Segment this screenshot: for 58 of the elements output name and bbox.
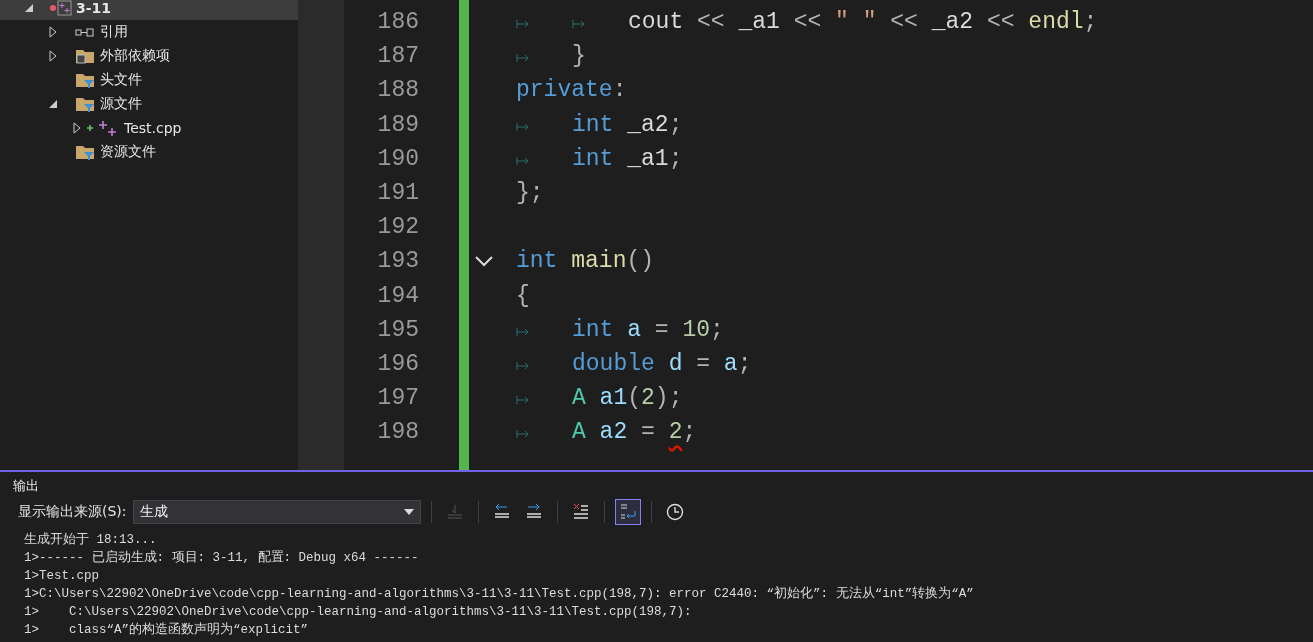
line-number: 189 [376, 110, 419, 140]
output-line: 生成开始于 18:13... [24, 531, 158, 549]
code-line: A a1(2); [572, 385, 683, 412]
tree-item[interactable]: 引用 [0, 20, 298, 44]
code-line: int a = 10; [572, 316, 724, 343]
line-number: 186 [376, 8, 419, 37]
cpp-project-icon [50, 0, 72, 17]
source-dropdown[interactable]: 生成 [132, 500, 421, 524]
dropdown-caret-icon [403, 509, 414, 515]
code-line: int main() [516, 248, 655, 275]
output-line: 1>------ 已启动生成: 项目: 3-11, 配置: Debug x64 ------ [24, 549, 420, 567]
panel-title: 输出 [13, 478, 39, 493]
tree-item[interactable]: 源文件 [0, 92, 298, 116]
output-line: 1> class“A”的构造函数声明为“explicit” [24, 621, 310, 639]
code-line: { [516, 282, 530, 309]
folder-icon [74, 47, 96, 65]
tab-arrow-icon [516, 429, 530, 440]
fold-chevron-icon[interactable] [474, 254, 494, 269]
line-number: 190 [376, 144, 419, 174]
tab-arrow-icon [516, 53, 530, 64]
tab-arrow-icon [516, 155, 530, 166]
code-line: A a2 = 2; [572, 419, 697, 446]
filter-folder-icon [74, 71, 96, 89]
code-line: int _a1; [572, 145, 683, 172]
line-number: 187 [376, 42, 419, 72]
code-line: int _a2; [572, 111, 683, 138]
code-line: }; [516, 179, 544, 206]
tree-item[interactable]: 头文件 [0, 68, 298, 92]
code-line: } [572, 43, 586, 70]
filter-folder-icon [74, 143, 96, 161]
tab-arrow-icon [516, 326, 530, 337]
tab-arrow-icon [516, 395, 530, 406]
line-number: 197 [376, 384, 419, 414]
line-number: 198 [376, 418, 419, 448]
line-number: 193 [376, 247, 419, 277]
line-number: 194 [376, 281, 419, 311]
tab-arrow-icon [516, 19, 530, 29]
tree-item[interactable]: 资源文件 [0, 140, 298, 164]
line-number: 191 [376, 178, 419, 208]
source-label: 显示输出来源(S): [18, 503, 127, 521]
output-line: 1> C:\Users\22902\OneDrive\code\cpp-learning-and-algorithms\3-11\3-11\Test.cpp(198,7): [24, 604, 693, 621]
code-line: private: [516, 77, 627, 104]
output-line: 1>Test.cpp [24, 568, 100, 585]
tree-item[interactable]: Test.cpp [0, 116, 298, 140]
line-number: 188 [376, 76, 419, 106]
output-line: 1>C:\Users\22902\OneDrive\code\cpp-learning-and-algorithms\3-11\3-11\Test.cpp(198,7): error C2440: “初始化”: 无法从“int”转换为“A” [24, 585, 975, 603]
word-wrap-icon[interactable] [614, 499, 641, 525]
tab-arrow-icon [516, 121, 530, 132]
tab-arrow-icon [572, 19, 586, 29]
code-line: cout << _a1 << " " << _a2 << endl; [628, 9, 1098, 35]
line-number: 196 [376, 349, 419, 379]
line-number: 192 [376, 213, 419, 243]
tree-item[interactable]: 3-11 [0, 0, 298, 20]
tab-arrow-icon [516, 360, 530, 371]
line-number: 195 [376, 315, 419, 345]
tree-item[interactable]: 外部依赖项 [0, 44, 298, 68]
filter-folder-icon [74, 95, 96, 113]
code-line: double d = a; [572, 350, 752, 377]
